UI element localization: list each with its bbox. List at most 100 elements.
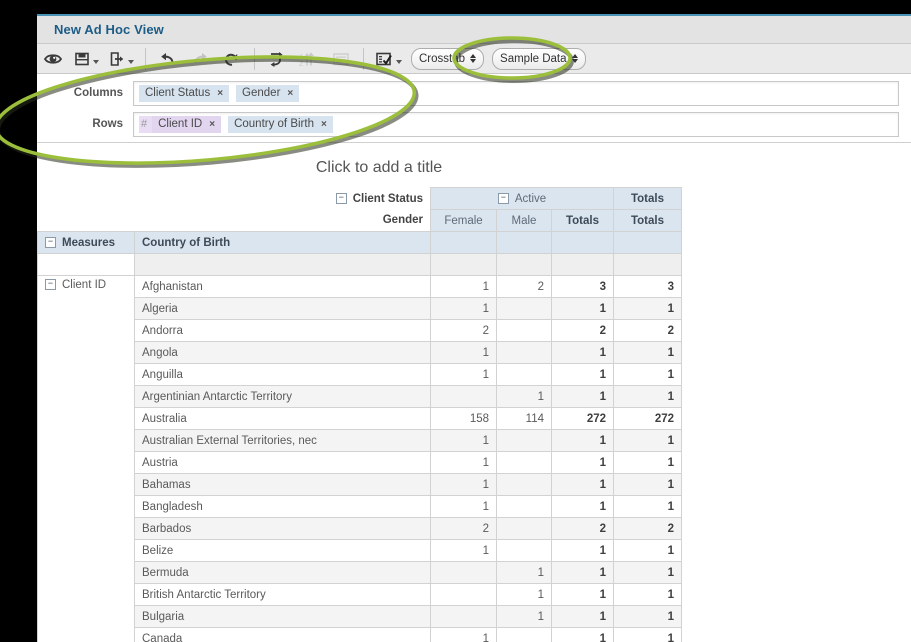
total-cell[interactable]: 2 [613,319,682,342]
data-cell[interactable]: 1 [430,275,497,298]
data-cell[interactable]: 1 [430,539,497,562]
sort-icon[interactable]: A Z [295,47,323,71]
total-cell[interactable]: 1 [551,363,614,386]
preview-icon[interactable] [39,47,67,71]
total-cell[interactable]: 1 [551,451,614,474]
row-header-country[interactable]: Afghanistan [134,275,431,298]
row-header-country[interactable]: Andorra [134,319,431,342]
total-cell[interactable]: 1 [551,297,614,320]
data-cell[interactable] [496,473,552,496]
input-controls-caret-icon[interactable] [396,59,402,64]
total-cell[interactable]: 1 [551,473,614,496]
input-controls-icon[interactable] [372,47,405,71]
view-type-select[interactable]: Crosstab [411,47,485,70]
row-header-country[interactable]: Australia [134,407,431,430]
data-cell[interactable]: 1 [430,363,497,386]
data-mode-select[interactable]: Sample Data [492,47,586,70]
data-cell[interactable]: 1 [496,605,552,628]
measures-corner[interactable]: − Measures [37,231,135,254]
data-cell[interactable]: 158 [430,407,497,430]
chip-remove-icon[interactable]: × [217,88,223,99]
measure-row-label[interactable]: − Client ID [37,275,135,642]
chart-title-placeholder[interactable]: Click to add a title [37,147,721,187]
switch-group-icon[interactable] [263,47,291,71]
data-cell[interactable] [496,627,552,642]
row-header-country[interactable]: British Antarctic Territory [134,583,431,606]
redo-icon[interactable] [186,47,214,71]
export-icon[interactable] [106,47,137,71]
total-cell[interactable]: 2 [551,517,614,540]
data-cell[interactable]: 1 [496,385,552,408]
rows-dropzone[interactable]: # Client ID × Country of Birth × [133,111,899,137]
row-header-country[interactable]: Australian External Territories, nec [134,429,431,452]
row-header-country[interactable]: Bangladesh [134,495,431,518]
total-cell[interactable]: 1 [613,429,682,452]
column-header-grand-totals[interactable]: Totals [613,209,682,232]
total-cell[interactable]: 1 [613,451,682,474]
total-cell[interactable]: 2 [613,517,682,540]
data-cell[interactable]: 2 [430,319,497,342]
data-cell[interactable]: 114 [496,407,552,430]
row-dimension-header[interactable]: Country of Birth [134,231,431,254]
row-header-country[interactable]: Angola [134,341,431,364]
data-cell[interactable]: 1 [430,451,497,474]
export-caret-icon[interactable] [128,59,134,64]
total-cell[interactable]: 2 [551,319,614,342]
data-cell[interactable] [430,385,497,408]
total-cell[interactable]: 1 [551,429,614,452]
data-cell[interactable]: 1 [430,341,497,364]
data-cell[interactable]: 2 [430,517,497,540]
collapse-icon[interactable]: − [497,192,509,204]
data-cell[interactable] [496,517,552,540]
total-cell[interactable]: 1 [551,341,614,364]
columns-dropzone[interactable]: Client Status × Gender × [133,80,899,106]
total-cell[interactable]: 272 [613,407,682,430]
data-cell[interactable]: 1 [496,583,552,606]
data-cell[interactable] [496,297,552,320]
revert-icon[interactable] [218,47,246,71]
column-header-totals[interactable]: Totals [551,209,614,232]
row-header-country[interactable]: Bahamas [134,473,431,496]
total-cell[interactable]: 1 [613,583,682,606]
data-cell[interactable] [496,495,552,518]
data-cell[interactable] [430,561,497,584]
row-header-country[interactable]: Algeria [134,297,431,320]
total-cell[interactable]: 1 [613,385,682,408]
chip-remove-icon[interactable]: × [209,119,215,130]
data-cell[interactable]: 1 [430,297,497,320]
row-header-country[interactable]: Anguilla [134,363,431,386]
data-cell[interactable]: 1 [496,561,552,584]
total-cell[interactable]: 1 [551,495,614,518]
total-cell[interactable]: 1 [613,297,682,320]
row-header-country[interactable]: Canada [134,627,431,642]
chip-remove-icon[interactable]: × [321,119,327,130]
column-group-totals[interactable]: Totals [613,187,682,210]
data-cell[interactable]: 2 [496,275,552,298]
data-cell[interactable]: 1 [430,429,497,452]
total-cell[interactable]: 1 [551,627,614,642]
row-header-country[interactable]: Bermuda [134,561,431,584]
data-cell[interactable]: 1 [430,627,497,642]
page-options-icon[interactable] [327,47,355,71]
row-header-country[interactable]: Barbados [134,517,431,540]
column-group-active[interactable]: − Active [430,187,614,210]
total-cell[interactable]: 1 [551,385,614,408]
data-cell[interactable] [496,319,552,342]
collapse-icon[interactable]: − [335,192,347,204]
total-cell[interactable]: 1 [551,539,614,562]
data-cell[interactable] [496,539,552,562]
undo-icon[interactable] [154,47,182,71]
total-cell[interactable]: 1 [613,627,682,642]
total-cell[interactable]: 1 [613,539,682,562]
total-cell[interactable]: 1 [551,605,614,628]
data-cell[interactable] [496,429,552,452]
total-cell[interactable]: 1 [613,605,682,628]
data-cell[interactable]: 1 [430,495,497,518]
row-header-country[interactable]: Bulgaria [134,605,431,628]
data-cell[interactable] [496,363,552,386]
column-header-female[interactable]: Female [430,209,497,232]
total-cell[interactable]: 3 [551,275,614,298]
collapse-icon[interactable]: − [45,279,56,291]
save-icon[interactable] [71,47,102,71]
data-cell[interactable] [496,451,552,474]
